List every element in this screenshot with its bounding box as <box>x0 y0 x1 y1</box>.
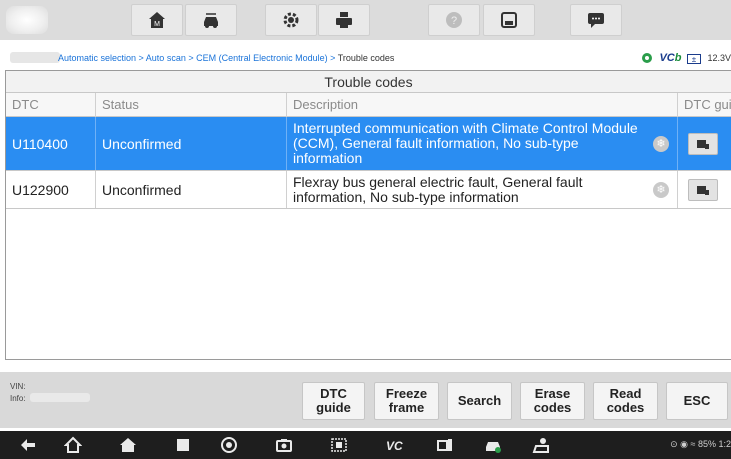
camera-icon <box>276 439 292 452</box>
dtc-guide-button[interactable] <box>688 178 718 201</box>
svg-text:VC: VC <box>386 439 403 453</box>
browser-button[interactable] <box>218 435 240 455</box>
trouble-codes-panel: Trouble codes DTC Status Description DTC… <box>5 70 731 360</box>
message-button[interactable] <box>570 4 622 36</box>
print-icon <box>336 12 352 28</box>
back-icon <box>21 439 35 451</box>
table-row[interactable]: U122900 Unconfirmed Flexray bus general … <box>6 171 731 209</box>
vci-icon: VC <box>386 439 403 453</box>
dtc-code: U110400 <box>6 117 96 170</box>
system-home-button[interactable] <box>62 435 84 455</box>
system-nav-bar: VC ⊙ ◉ ≈ 85% 1:2 <box>0 431 731 459</box>
dtc-description: Interrupted communication with Climate C… <box>287 117 678 170</box>
breadcrumb: Automatic selection > Auto scan > CEM (C… <box>0 50 731 66</box>
breadcrumb-current: Trouble codes <box>337 53 395 63</box>
column-status: Status <box>96 93 287 117</box>
breadcrumb-path[interactable]: Automatic selection > Auto scan > CEM (C… <box>58 53 338 63</box>
browser-icon <box>221 437 237 453</box>
dtc-guide-action-button[interactable]: DTC guide <box>302 382 365 420</box>
network-icon <box>642 53 653 63</box>
home-icon: M <box>149 12 165 28</box>
vci-status: VCb <box>659 52 682 64</box>
svg-text:?: ? <box>451 15 457 27</box>
panel-title: Trouble codes <box>6 71 731 93</box>
car-icon <box>486 442 501 453</box>
search-button[interactable]: Search <box>447 382 512 420</box>
dtc-status: Unconfirmed <box>96 171 287 208</box>
column-dtc-guide: DTC guide <box>684 97 731 112</box>
car-repair-icon <box>697 185 709 195</box>
battery-time: 85% 1:2 <box>697 439 731 449</box>
settings-icon <box>283 12 299 28</box>
svg-text:M: M <box>154 21 160 28</box>
esc-button[interactable]: ESC <box>666 382 728 420</box>
freeze-frame-icon[interactable]: ❄ <box>653 181 669 198</box>
column-description: Description <box>287 93 678 117</box>
remote-desk-button[interactable] <box>434 435 456 455</box>
table-row[interactable]: U110400 Unconfirmed Interrupted communic… <box>6 117 731 171</box>
vehicle-switch-button[interactable] <box>185 4 237 36</box>
table-header: DTC Status Description DTC guide <box>6 93 731 117</box>
column-dtc: DTC <box>6 93 96 117</box>
support-button[interactable] <box>530 435 552 455</box>
print-button[interactable] <box>318 4 370 36</box>
status-bar: ⊙ ◉ ≈ 85% 1:2 <box>670 439 731 450</box>
app-home-button[interactable] <box>117 435 139 455</box>
top-toolbar: M ? <box>0 0 731 40</box>
back-button[interactable] <box>17 435 39 455</box>
save-button[interactable] <box>483 4 535 36</box>
screen-capture-icon <box>331 438 347 452</box>
dtc-guide-cell <box>678 171 731 208</box>
recent-apps-button[interactable] <box>172 435 194 455</box>
svg-text:±: ± <box>692 55 697 64</box>
save-icon <box>501 12 517 28</box>
dtc-guide-cell <box>678 117 731 170</box>
vehicle-switch-icon <box>204 13 218 28</box>
camera-button[interactable] <box>273 435 295 455</box>
vehicle-info: VIN: Info: <box>10 381 26 405</box>
info-label: Info: <box>10 394 26 403</box>
vin-label: VIN: <box>10 382 26 391</box>
voltage-readout: 12.3V <box>707 53 731 63</box>
dtc-description: Flexray bus general electric fault, Gene… <box>287 171 678 208</box>
home-icon <box>120 438 136 452</box>
battery-icon: ± <box>687 53 702 64</box>
read-codes-button[interactable]: Read codes <box>593 382 658 420</box>
status-icons: ⊙ ◉ ≈ <box>670 439 698 449</box>
help-button[interactable]: ? <box>428 4 480 36</box>
vehicle-service-button[interactable] <box>482 435 504 455</box>
home-button[interactable]: M <box>131 4 183 36</box>
screen-capture-button[interactable] <box>328 435 350 455</box>
action-bar: VIN: Info: DTC guide Freeze frame Search… <box>0 372 731 428</box>
car-repair-icon <box>697 139 709 149</box>
vci-button[interactable]: VC <box>383 435 405 455</box>
freeze-frame-icon[interactable]: ❄ <box>653 135 669 152</box>
dtc-status: Unconfirmed <box>96 117 287 170</box>
settings-button[interactable] <box>265 4 317 36</box>
erase-codes-button[interactable]: Erase codes <box>520 382 585 420</box>
message-icon <box>588 13 604 28</box>
help-icon: ? <box>446 12 462 28</box>
house-outline-icon <box>64 436 82 453</box>
support-icon <box>532 438 549 453</box>
app-logo <box>6 6 48 34</box>
square-icon <box>177 439 189 451</box>
freeze-frame-button[interactable]: Freeze frame <box>374 382 439 420</box>
remote-desk-icon <box>437 439 452 451</box>
dtc-guide-button[interactable] <box>688 132 718 155</box>
dtc-code: U122900 <box>6 171 96 208</box>
